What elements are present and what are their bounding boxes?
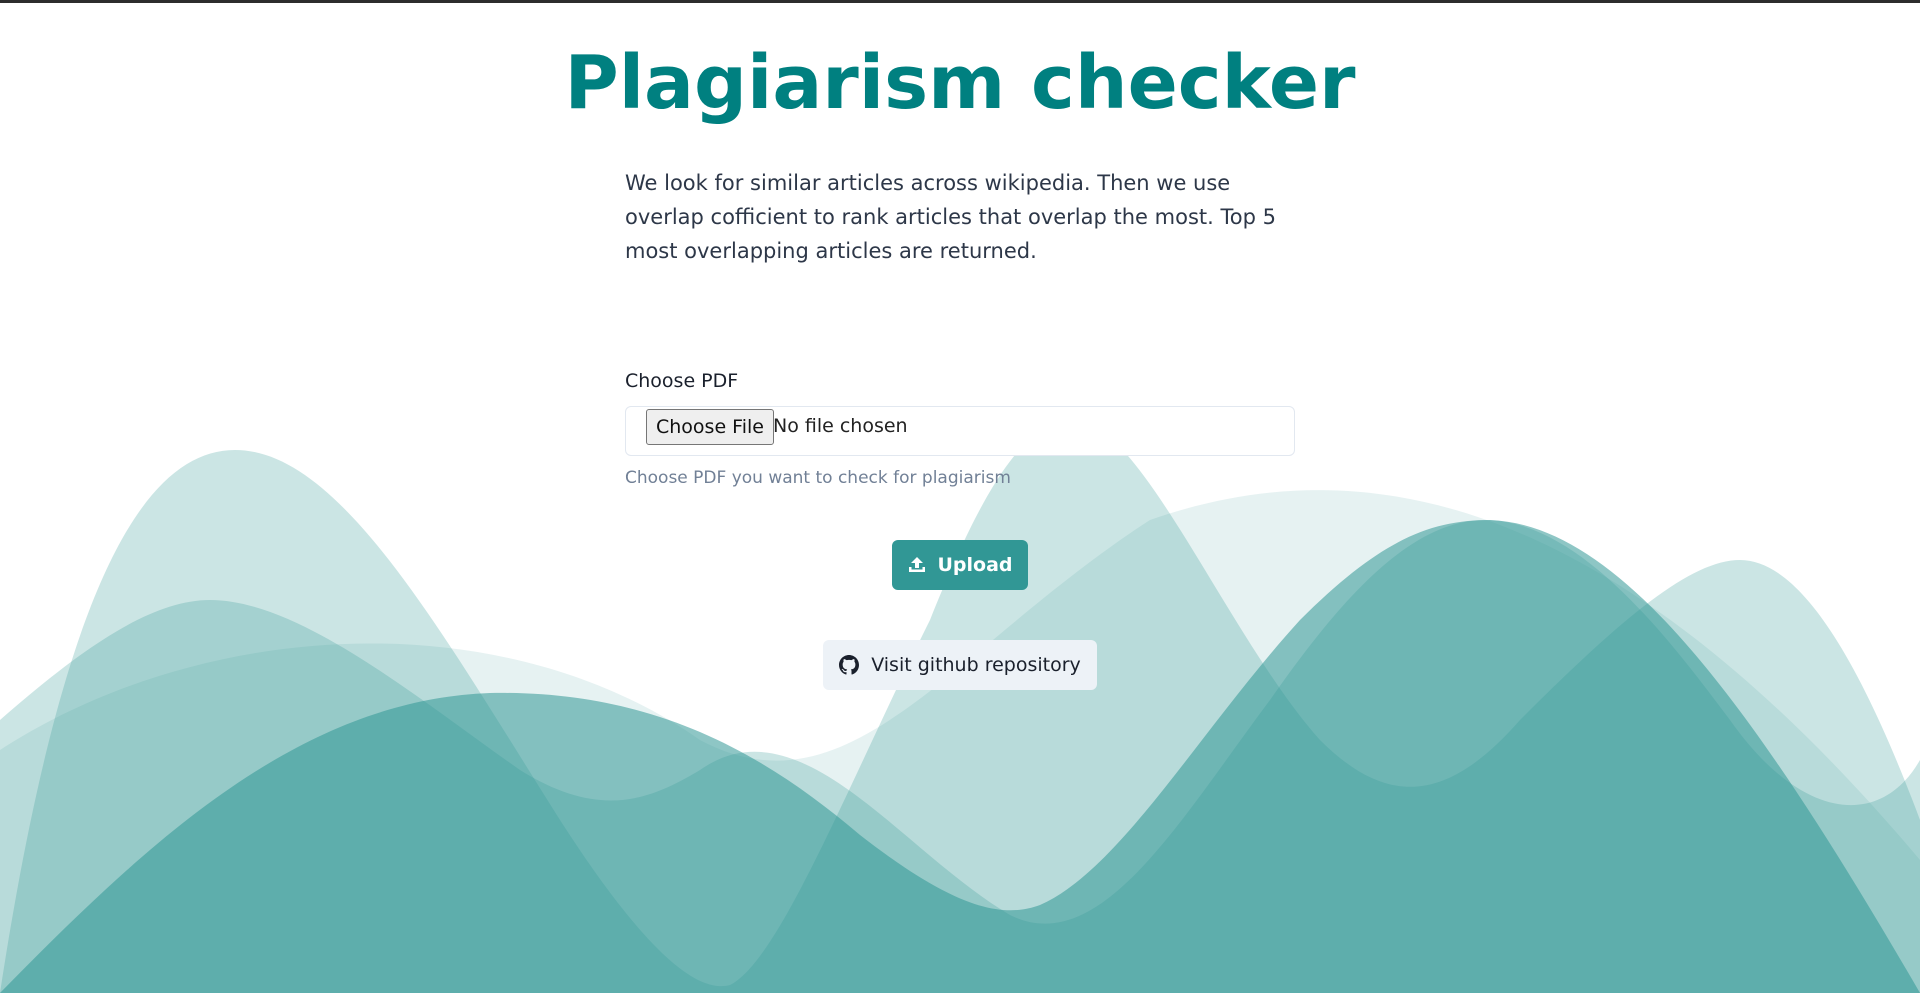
github-icon	[839, 655, 860, 675]
pdf-helper-text: Choose PDF you want to check for plagiar…	[625, 468, 1011, 488]
choose-file-button[interactable]: Choose File	[646, 409, 774, 445]
upload-button[interactable]: Upload	[892, 540, 1028, 590]
pdf-field-label: Choose PDF	[625, 370, 739, 392]
page-description: We look for similar articles across wiki…	[625, 171, 1276, 263]
github-label: Visit github repository	[871, 654, 1081, 676]
file-status-text: No file chosen	[773, 415, 908, 437]
page-title: Plagiarism checker	[564, 40, 1356, 126]
pdf-file-input[interactable]: Choose File No file chosen	[625, 406, 1295, 456]
upload-label: Upload	[937, 554, 1013, 576]
upload-icon	[907, 555, 927, 575]
main-content: Plagiarism checker We look for similar a…	[0, 0, 1920, 993]
github-repository-button[interactable]: Visit github repository	[823, 640, 1097, 690]
